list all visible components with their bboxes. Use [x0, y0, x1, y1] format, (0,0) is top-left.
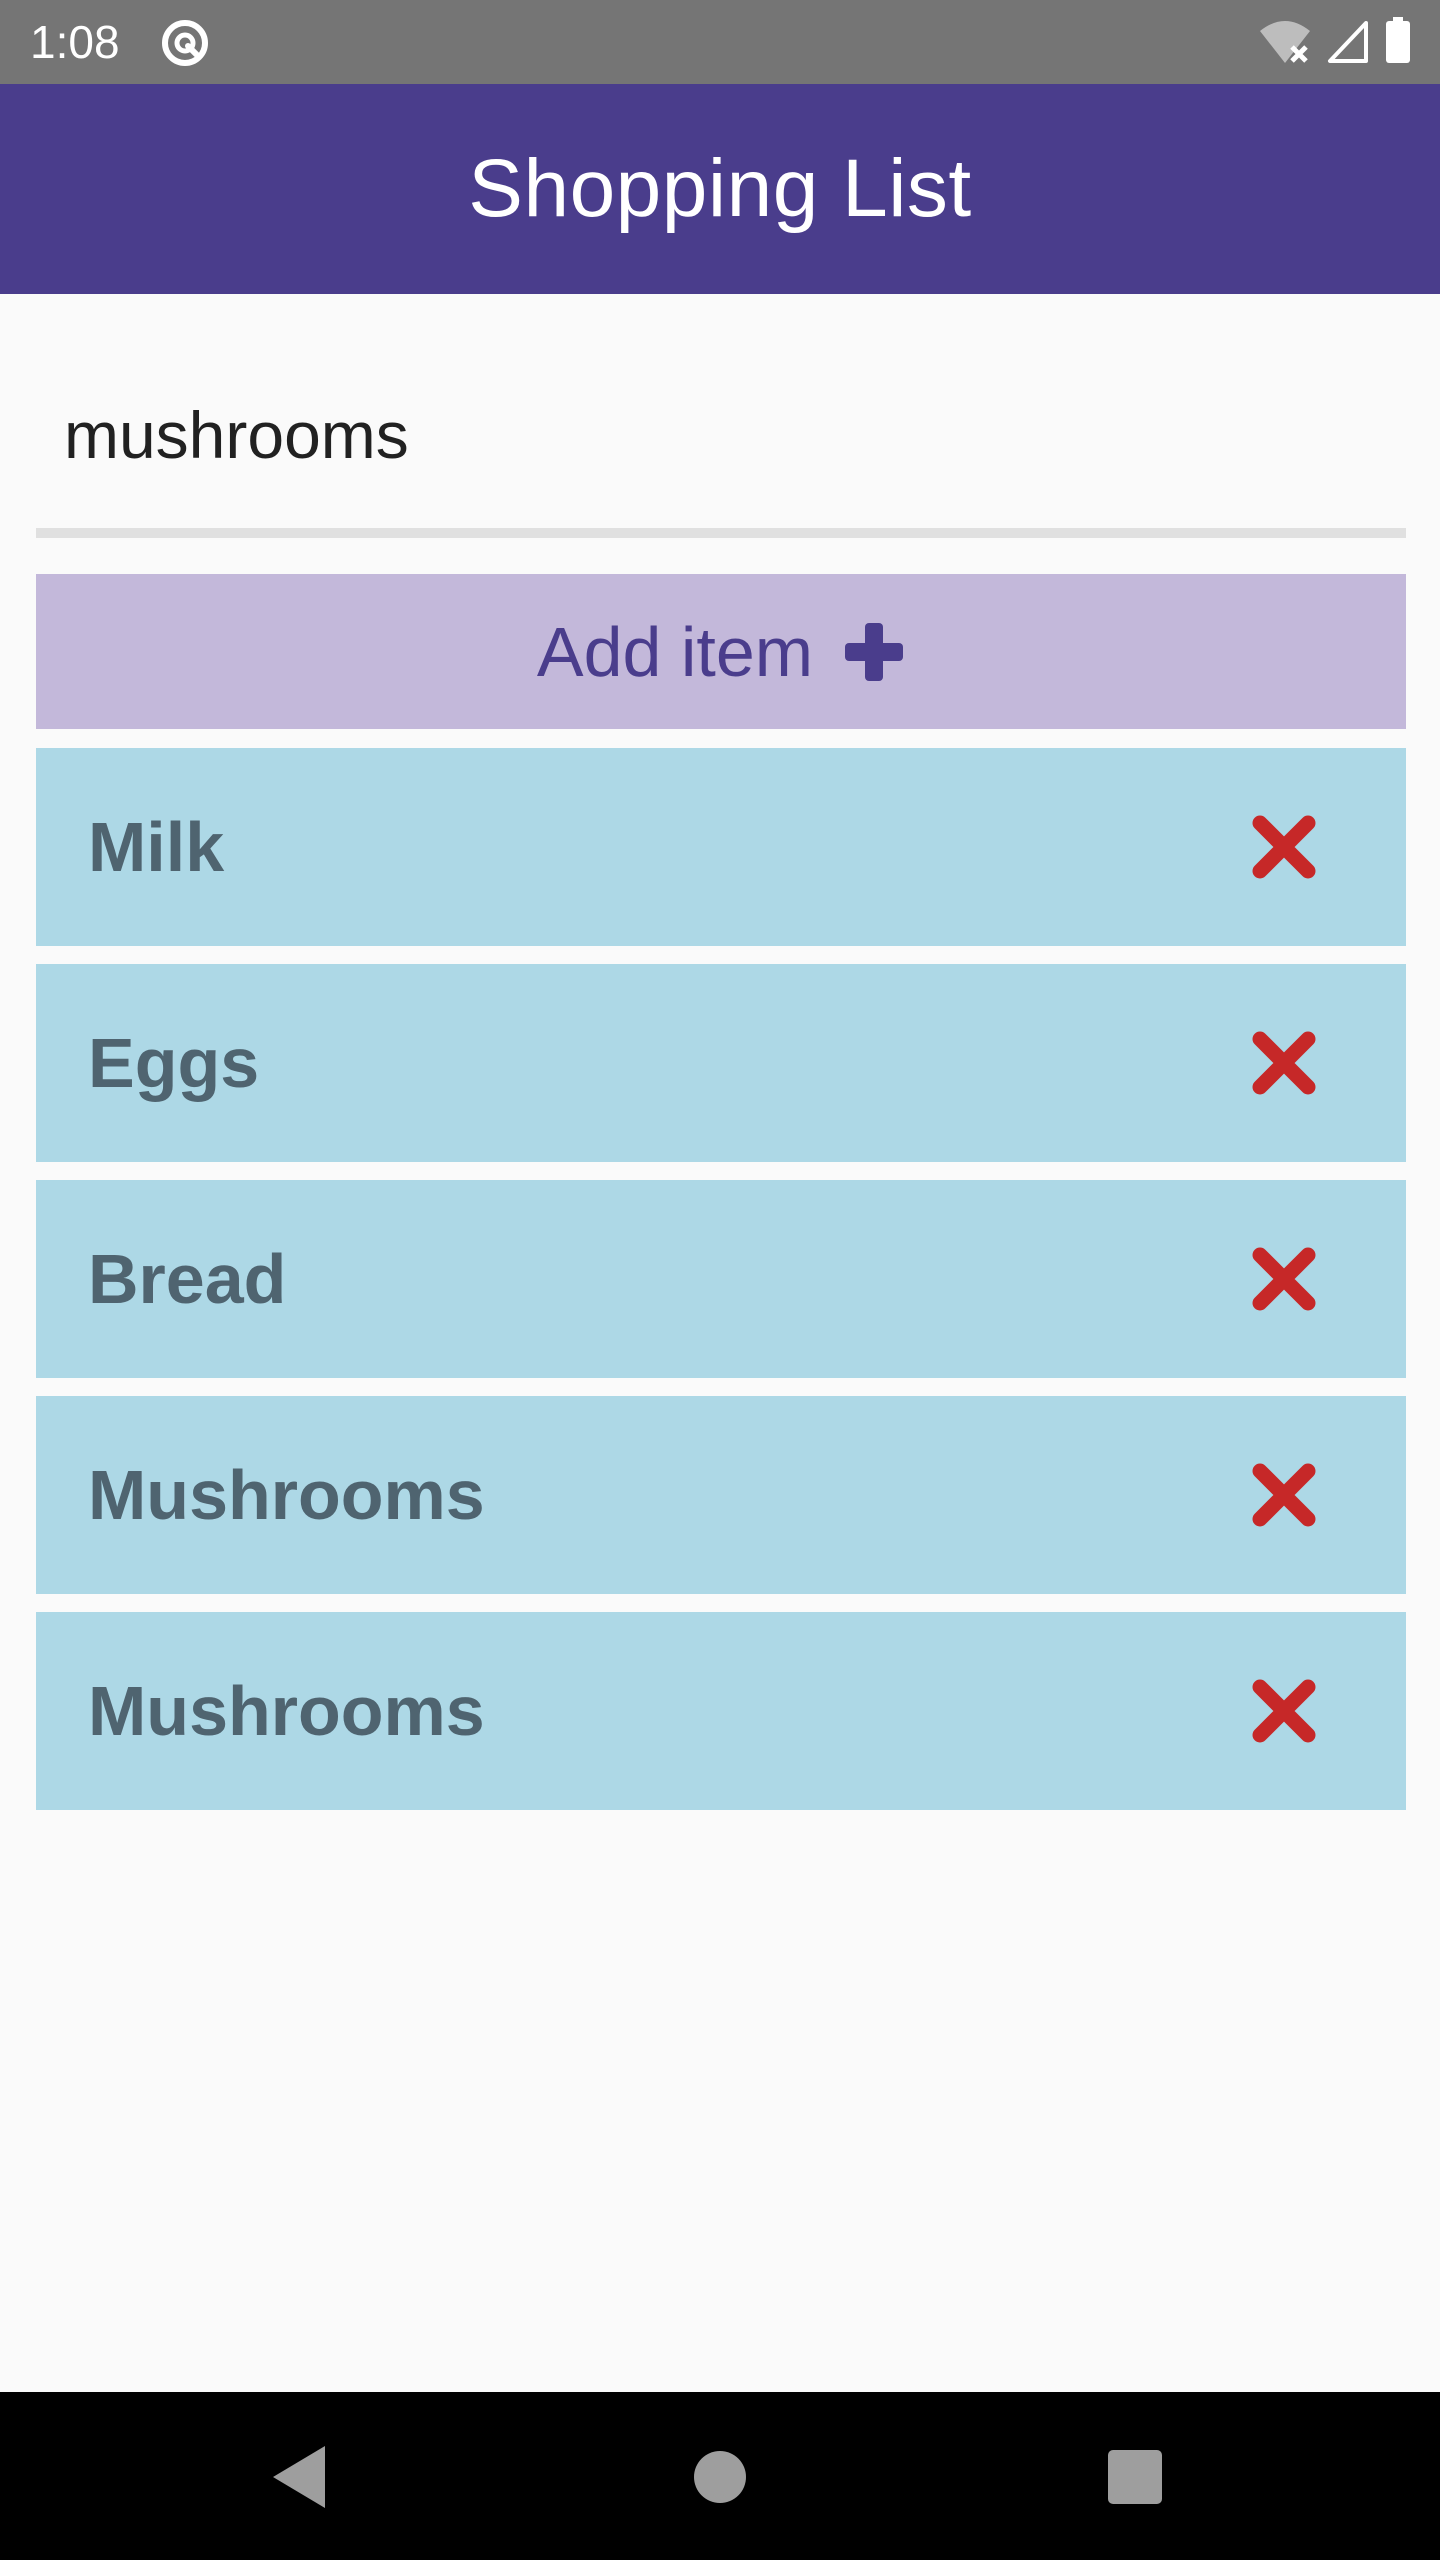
delete-item-button[interactable]	[1248, 1027, 1320, 1099]
close-icon	[1252, 1247, 1316, 1311]
item-label: Mushrooms	[88, 1456, 485, 1534]
navigation-bar	[0, 2392, 1440, 2560]
recents-icon	[1108, 2450, 1162, 2504]
close-icon	[1252, 1463, 1316, 1527]
app-bar: Shopping List	[0, 84, 1440, 294]
item-label: Milk	[88, 808, 225, 886]
cell-signal-icon	[1326, 17, 1370, 70]
close-icon	[1252, 815, 1316, 879]
add-item-button[interactable]: Add item	[36, 574, 1406, 729]
status-time: 1:08	[30, 16, 120, 68]
back-icon	[273, 2446, 325, 2508]
data-saver-icon	[160, 18, 210, 68]
close-icon	[1252, 1679, 1316, 1743]
back-button[interactable]	[255, 2432, 345, 2522]
delete-item-button[interactable]	[1248, 1243, 1320, 1315]
close-icon	[1252, 1031, 1316, 1095]
input-underline	[36, 528, 1406, 538]
delete-item-button[interactable]	[1248, 1675, 1320, 1747]
home-icon	[694, 2451, 746, 2503]
delete-item-button[interactable]	[1248, 811, 1320, 883]
list-item: Bread	[36, 1180, 1406, 1378]
item-label: Mushrooms	[88, 1672, 485, 1750]
delete-item-button[interactable]	[1248, 1459, 1320, 1531]
battery-icon	[1384, 16, 1412, 70]
wifi-off-icon	[1258, 17, 1312, 70]
list-item: Mushrooms	[36, 1396, 1406, 1594]
home-button[interactable]	[675, 2432, 765, 2522]
recents-button[interactable]	[1090, 2432, 1180, 2522]
item-input-container	[36, 340, 1406, 540]
list-item: Eggs	[36, 964, 1406, 1162]
page-title: Shopping List	[468, 143, 972, 234]
list-item: Milk	[36, 748, 1406, 946]
item-input[interactable]	[36, 340, 1406, 530]
status-icons	[1258, 16, 1412, 70]
status-bar: 1:08	[0, 0, 1440, 84]
item-label: Eggs	[88, 1024, 260, 1102]
item-label: Bread	[88, 1240, 287, 1318]
plus-icon	[843, 621, 905, 683]
shopping-list: Milk Eggs Bread Mushrooms Mushrooms	[36, 748, 1406, 1828]
list-item: Mushrooms	[36, 1612, 1406, 1810]
add-item-label: Add item	[536, 612, 814, 691]
